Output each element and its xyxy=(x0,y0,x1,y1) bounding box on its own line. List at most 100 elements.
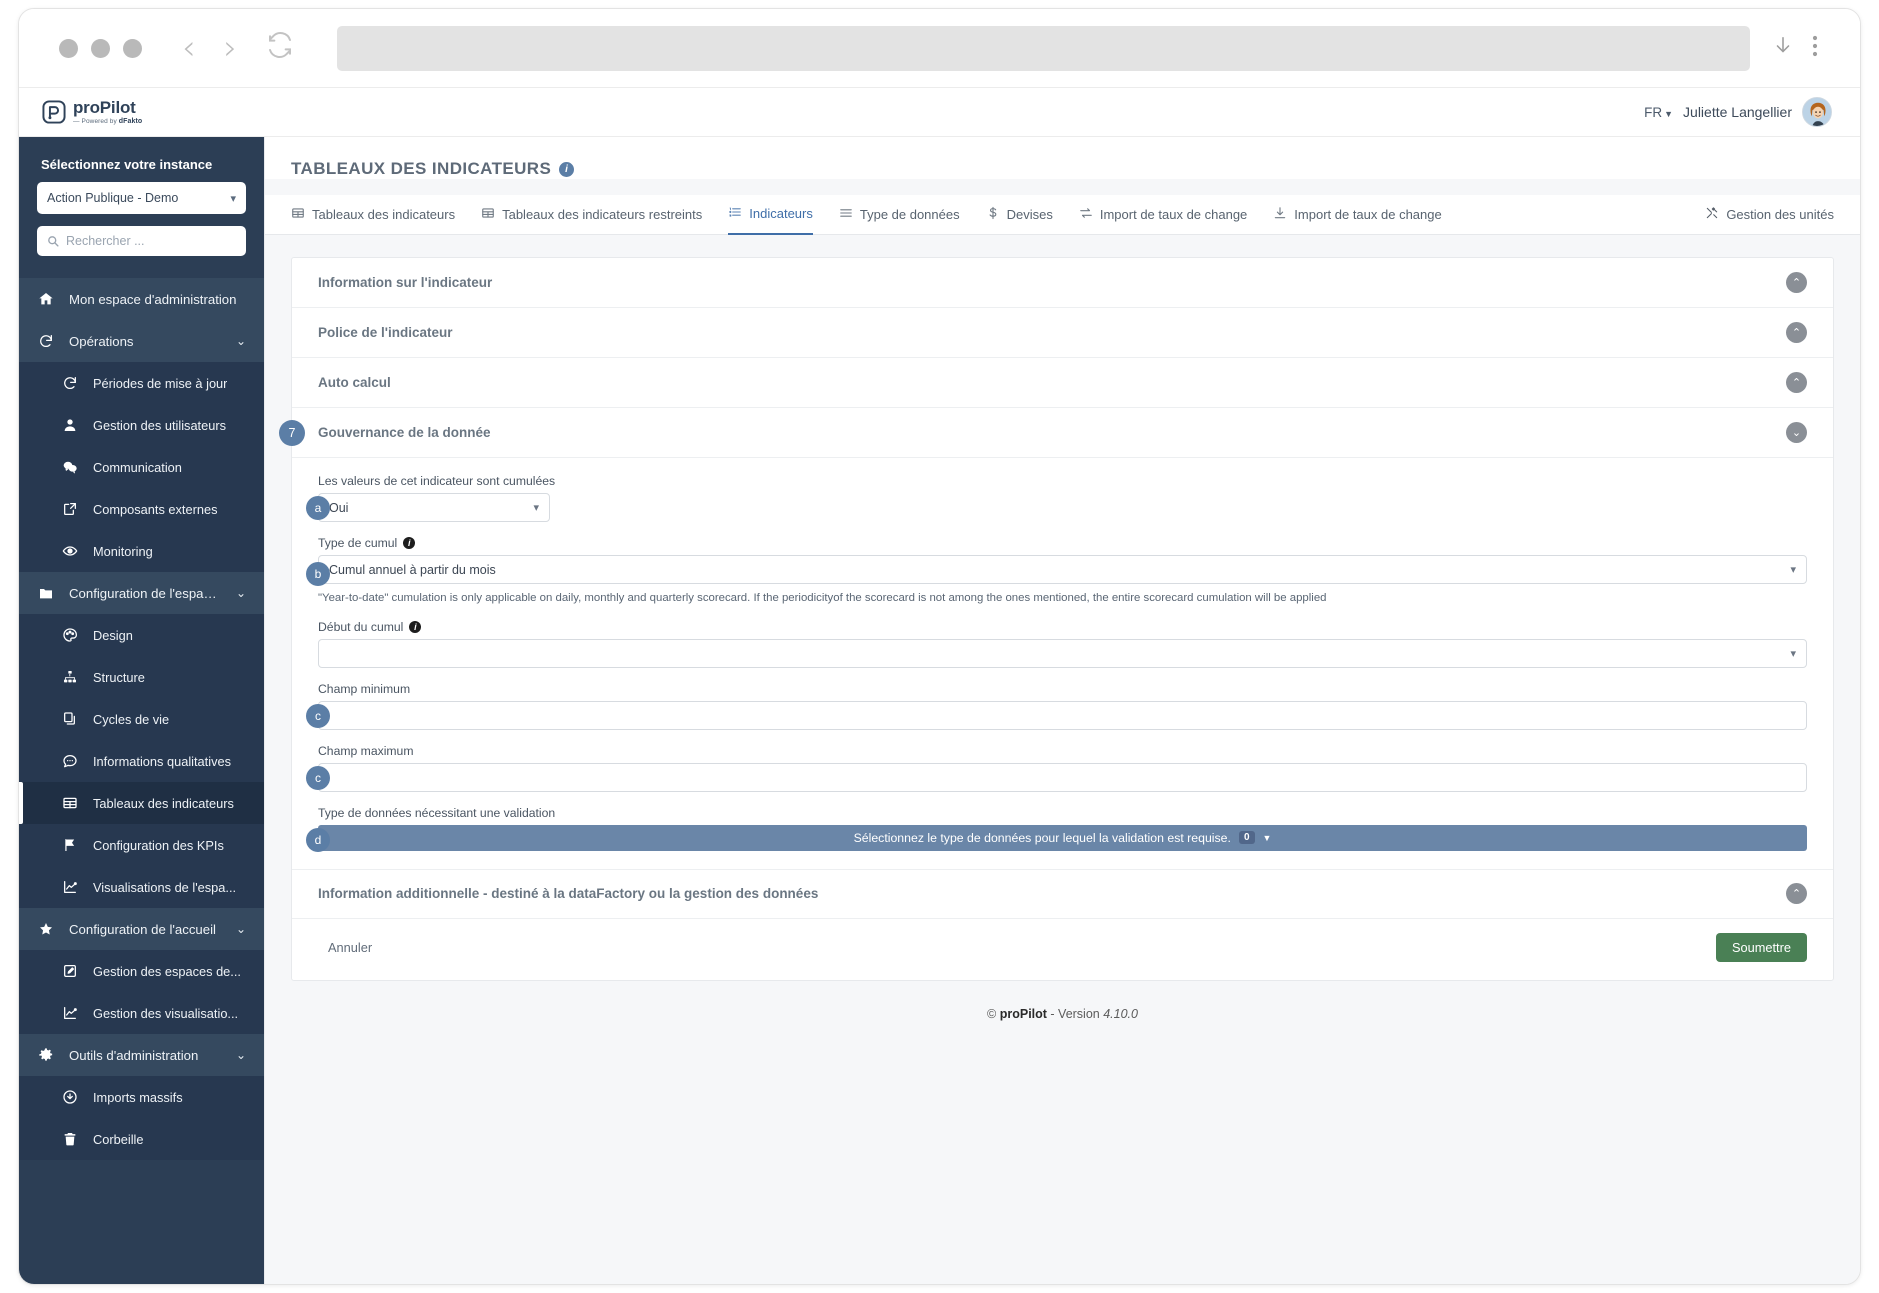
window-controls[interactable] xyxy=(59,38,142,58)
chevron-right-icon[interactable]: › xyxy=(224,31,238,65)
sidebar-item-composants-externes[interactable]: Composants externes xyxy=(19,488,264,530)
validation-type-multiselect[interactable]: Sélectionnez le type de données pour leq… xyxy=(318,824,1807,851)
debut-cumul-select[interactable]: ▾ xyxy=(318,638,1807,668)
logo-sub-brand: dFakto xyxy=(118,117,143,125)
folder-icon xyxy=(37,584,55,602)
kebab-menu-icon[interactable] xyxy=(1812,34,1818,63)
chevron-up-icon[interactable]: ⌃ xyxy=(1786,322,1807,343)
chevron-down-icon[interactable]: ⌄ xyxy=(236,334,246,348)
champ-maximum-input[interactable] xyxy=(318,762,1807,792)
badge-a: a xyxy=(306,496,330,520)
propilot-logo[interactable]: proPilot — Powered by dFakto xyxy=(41,99,142,126)
cumul-select-value: Oui xyxy=(329,500,349,515)
minimize-window-dot[interactable] xyxy=(91,38,110,58)
info-icon[interactable]: i xyxy=(559,161,575,177)
sidebar-item-imports-massifs[interactable]: Imports massifs xyxy=(19,1076,264,1118)
content-scroll: Information sur l'indicateur ⌃ Police de… xyxy=(265,235,1860,1284)
field-champ-minimum: c Champ minimum xyxy=(306,682,1807,730)
cumul-select[interactable]: Oui ▾ xyxy=(318,493,550,522)
section-information-additionnelle[interactable]: Information additionnelle - destiné à la… xyxy=(292,868,1833,919)
language-label: FR xyxy=(1644,104,1663,120)
avatar-image xyxy=(1803,98,1831,126)
section-auto-calcul[interactable]: Auto calcul ⌃ xyxy=(292,358,1833,408)
tab-import-de-taux-de-change-alt[interactable]: Import de taux de change xyxy=(1273,195,1442,235)
chevron-up-icon[interactable]: ⌃ xyxy=(1786,272,1807,293)
field-cumul: a Les valeurs de cet indicateur sont cum… xyxy=(306,474,1807,522)
sidebar-item-p-riodes-de-mise-jour[interactable]: Périodes de mise à jour xyxy=(19,362,264,404)
tab-label: Indicateurs xyxy=(749,206,813,221)
exchange-icon xyxy=(1079,206,1093,223)
chevron-down-icon: ▾ xyxy=(1790,647,1796,660)
sidebar-item-label: Tableaux des indicateurs xyxy=(93,795,234,811)
sidebar-item-gestion-des-espaces-de[interactable]: Gestion des espaces de... xyxy=(19,950,264,992)
home-icon xyxy=(37,290,55,308)
avatar[interactable] xyxy=(1802,97,1832,127)
sidebar-item-visualisations-de-l-espa[interactable]: Visualisations de l'espa... xyxy=(19,866,264,908)
tab-tableaux-des-indicateurs[interactable]: Tableaux des indicateurs xyxy=(291,195,455,235)
sidebar-item-informations-qualitatives[interactable]: Informations qualitatives xyxy=(19,740,264,782)
section-gouvernance-de-la-donnee[interactable]: 7 Gouvernance de la donnée ⌄ xyxy=(279,408,1833,458)
info-icon[interactable]: i xyxy=(409,620,422,633)
maximize-window-dot[interactable] xyxy=(123,38,142,58)
sidebar-search[interactable]: Rechercher ... xyxy=(37,226,246,256)
sidebar-item-structure[interactable]: Structure xyxy=(19,656,264,698)
chevron-down-icon: ▾ xyxy=(533,502,539,514)
sidebar-item-mon-espace-d-administration[interactable]: Mon espace d'administration xyxy=(19,278,264,320)
tab-indicateurs[interactable]: Indicateurs xyxy=(728,195,813,235)
chevron-down-icon[interactable]: ⌄ xyxy=(236,1048,246,1062)
user-name[interactable]: Juliette Langellier xyxy=(1683,104,1792,120)
tab-devises[interactable]: Devises xyxy=(986,195,1053,235)
chevron-down-icon[interactable]: ⌄ xyxy=(1786,422,1807,443)
chevron-up-icon[interactable]: ⌃ xyxy=(1786,372,1807,393)
chevron-up-icon[interactable]: ⌃ xyxy=(1786,883,1807,905)
sidebar-item-label: Visualisations de l'espa... xyxy=(93,879,237,895)
sidebar-item-monitoring[interactable]: Monitoring xyxy=(19,530,264,572)
sidebar-item-configuration-de-l-accueil[interactable]: Configuration de l'accueil ⌄ xyxy=(19,908,264,950)
url-input[interactable] xyxy=(337,25,1750,71)
table-icon xyxy=(291,206,305,223)
language-selector[interactable]: FR ▼ xyxy=(1644,105,1673,120)
sidebar-search-placeholder: Rechercher ... xyxy=(66,234,145,248)
sidebar-item-configuration-des-kpis[interactable]: Configuration des KPIs xyxy=(19,824,264,866)
field-type-cumul: b Type de cumul i Cumul annuel à partir … xyxy=(306,536,1807,606)
sidebar-item-label: Opérations xyxy=(69,333,134,349)
chevron-down-icon[interactable]: ⌄ xyxy=(236,922,246,936)
tab-tableaux-des-indicateurs-restreints[interactable]: Tableaux des indicateurs restreints xyxy=(481,195,702,235)
champ-minimum-input[interactable] xyxy=(318,700,1807,730)
chevron-down-icon[interactable]: ⌄ xyxy=(236,586,246,600)
sidebar-item-gestion-des-visualisatio[interactable]: Gestion des visualisatio... xyxy=(19,992,264,1034)
reload-icon[interactable] xyxy=(265,30,295,66)
sidebar-item-gestion-des-utilisateurs[interactable]: Gestion des utilisateurs xyxy=(19,404,264,446)
section-information-sur-lindicateur[interactable]: Information sur l'indicateur ⌃ xyxy=(292,258,1833,308)
cancel-button[interactable]: Annuler xyxy=(318,934,382,961)
tab-import-de-taux-de-change[interactable]: Import de taux de change xyxy=(1079,195,1247,235)
info-icon[interactable]: i xyxy=(403,537,416,549)
sidebar-item-label: Design xyxy=(93,627,133,643)
sidebar-item-communication[interactable]: Communication xyxy=(19,446,264,488)
dollar-icon xyxy=(986,206,1000,223)
download-icon[interactable] xyxy=(1772,33,1794,64)
chevron-left-icon[interactable]: ‹ xyxy=(182,31,196,65)
sidebar-item-corbeille[interactable]: Corbeille xyxy=(19,1118,264,1160)
close-window-dot[interactable] xyxy=(59,38,78,58)
section-police-de-lindicateur[interactable]: Police de l'indicateur ⌃ xyxy=(292,308,1833,358)
sidebar-item-label: Gestion des espaces de... xyxy=(93,963,241,979)
page-title: TABLEAUX DES INDICATEURS i xyxy=(291,159,1834,179)
tab-type-de-donn-es[interactable]: Type de données xyxy=(839,195,960,235)
field-validation-type: d Type de données nécessitant une valida… xyxy=(306,806,1807,852)
sidebar-item-configuration-de-l-espace-de[interactable]: Configuration de l'espace de ... ⌄ xyxy=(19,572,264,614)
tab-bar: Tableaux des indicateurs Tableaux des ind… xyxy=(265,195,1860,235)
footer-version: 4.10.0 xyxy=(1103,1006,1138,1021)
submit-button[interactable]: Soumettre xyxy=(1715,932,1807,962)
sidebar-item-op-rations[interactable]: Opérations ⌄ xyxy=(19,320,264,362)
table-icon xyxy=(481,206,495,223)
header-right-group: FR ▼ Juliette Langellier xyxy=(1644,97,1838,127)
instance-select[interactable]: Action Publique - Demo ▾ xyxy=(37,182,246,214)
type-cumul-select[interactable]: Cumul annuel à partir du mois ▾ xyxy=(318,555,1807,584)
field-label-type-cumul-text: Type de cumul xyxy=(318,536,398,550)
tab-gestion-des-unites[interactable]: Gestion des unités xyxy=(1705,195,1834,235)
sidebar-item-tableaux-des-indicateurs[interactable]: Tableaux des indicateurs xyxy=(19,782,264,824)
sidebar-item-cycles-de-vie[interactable]: Cycles de vie xyxy=(19,698,264,740)
sidebar-item-design[interactable]: Design xyxy=(19,614,264,656)
sidebar-item-outils-d-administration[interactable]: Outils d'administration ⌄ xyxy=(19,1034,264,1076)
